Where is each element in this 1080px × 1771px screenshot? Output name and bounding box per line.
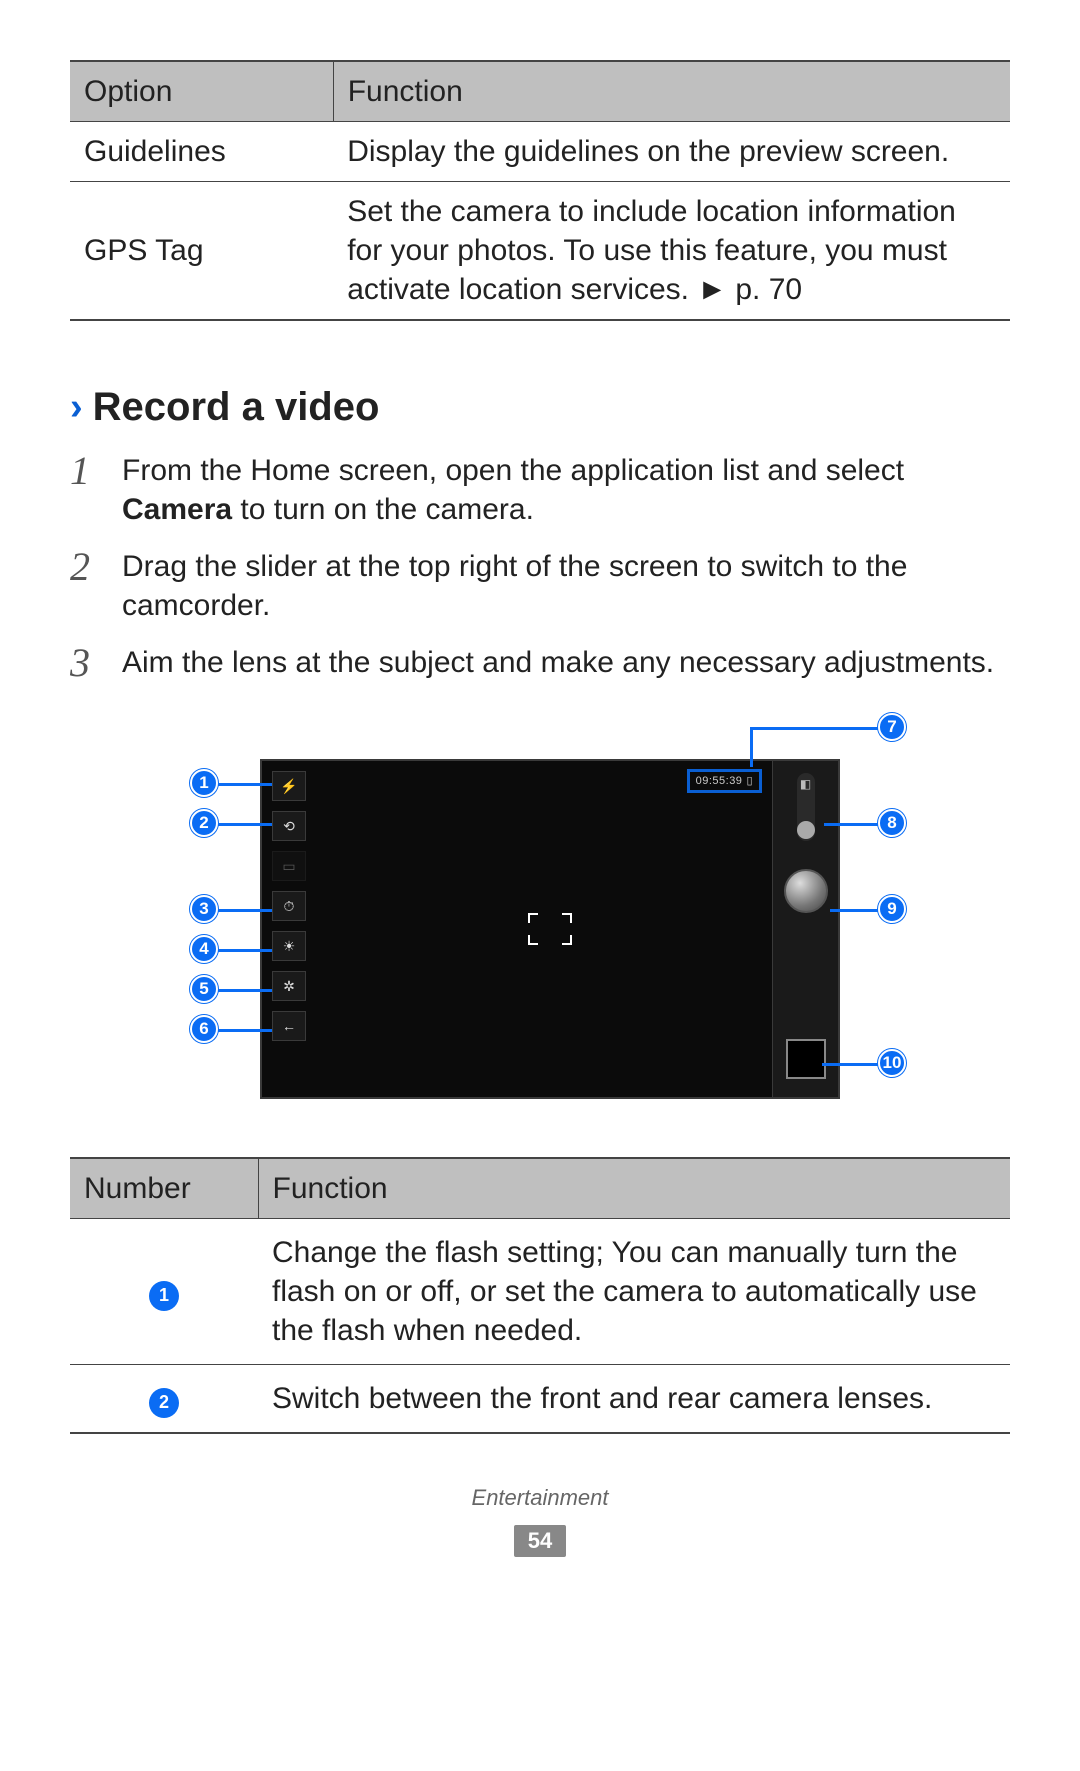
camcorder-screen: ⚡ ⟲ ▭ ⏱ ☀ ✲ ← 09:55:39 ▯ ◧ ■ bbox=[260, 759, 840, 1099]
shutter-button bbox=[784, 869, 828, 913]
timer-icon: ⏱ bbox=[272, 891, 306, 921]
table-row: 1 Change the flash setting; You can manu… bbox=[70, 1219, 1010, 1365]
page-number: 54 bbox=[514, 1525, 566, 1558]
callout-badge: 1 bbox=[190, 769, 218, 797]
num-cell: 1 bbox=[70, 1219, 258, 1365]
option-name: Guidelines bbox=[70, 122, 333, 182]
callout-badge: 4 bbox=[190, 935, 218, 963]
mode-icon: ▭ bbox=[272, 851, 306, 881]
callout-badge: 2 bbox=[149, 1388, 179, 1418]
step-number: 1 bbox=[70, 451, 104, 529]
focus-brackets-icon bbox=[528, 913, 572, 945]
options-header-option: Option bbox=[70, 61, 333, 122]
page-footer: Entertainment 54 bbox=[70, 1484, 1010, 1558]
table-row: GPS Tag Set the camera to include locati… bbox=[70, 182, 1010, 321]
switch-camera-icon: ⟲ bbox=[272, 811, 306, 841]
steps-list: 1 From the Home screen, open the applica… bbox=[70, 451, 1010, 683]
callout-badge: 10 bbox=[878, 1049, 906, 1077]
flash-icon: ⚡ bbox=[272, 771, 306, 801]
table-row: Guidelines Display the guidelines on the… bbox=[70, 122, 1010, 182]
num-function: Change the flash setting; You can manual… bbox=[258, 1219, 1010, 1365]
storage-icon: ▯ bbox=[746, 774, 753, 788]
num-header-number: Number bbox=[70, 1158, 258, 1219]
callout-badge: 9 bbox=[878, 895, 906, 923]
section-heading: › Record a video bbox=[70, 381, 1010, 433]
callout-badge: 8 bbox=[878, 809, 906, 837]
left-toolbar: ⚡ ⟲ ▭ ⏱ ☀ ✲ ← bbox=[262, 761, 314, 1097]
step-number: 2 bbox=[70, 547, 104, 625]
number-function-table: Number Function 1 Change the flash setti… bbox=[70, 1157, 1010, 1434]
right-toolbar: ◧ ■ bbox=[772, 761, 838, 1097]
callout-badge: 2 bbox=[190, 809, 218, 837]
option-function: Set the camera to include location infor… bbox=[333, 182, 1010, 321]
recording-time-box: 09:55:39 ▯ bbox=[687, 769, 762, 793]
callout-badge: 6 bbox=[190, 1015, 218, 1043]
step-body: From the Home screen, open the applicati… bbox=[122, 451, 1010, 529]
num-function: Switch between the front and rear camera… bbox=[258, 1365, 1010, 1434]
callout-badge: 3 bbox=[190, 895, 218, 923]
num-header-function: Function bbox=[258, 1158, 1010, 1219]
num-cell: 2 bbox=[70, 1365, 258, 1434]
callout-badge: 7 bbox=[878, 713, 906, 741]
recording-time: 09:55:39 bbox=[696, 774, 743, 788]
table-row: 2 Switch between the front and rear came… bbox=[70, 1365, 1010, 1434]
step-number: 3 bbox=[70, 643, 104, 683]
slider-knob bbox=[797, 821, 815, 839]
camera-diagram: ⚡ ⟲ ▭ ⏱ ☀ ✲ ← 09:55:39 ▯ ◧ ■ bbox=[70, 713, 1010, 1133]
callout-badge: 5 bbox=[190, 975, 218, 1003]
list-item: 3 Aim the lens at the subject and make a… bbox=[70, 643, 1010, 683]
step-body: Drag the slider at the top right of the … bbox=[122, 547, 1010, 625]
footer-section-label: Entertainment bbox=[70, 1484, 1010, 1513]
chevron-right-icon: › bbox=[70, 388, 83, 426]
option-function: Display the guidelines on the preview sc… bbox=[333, 122, 1010, 182]
option-name: GPS Tag bbox=[70, 182, 333, 321]
step-body: Aim the lens at the subject and make any… bbox=[122, 643, 1010, 683]
settings-icon: ✲ bbox=[272, 971, 306, 1001]
options-table: Option Function Guidelines Display the g… bbox=[70, 60, 1010, 321]
section-title: Record a video bbox=[93, 381, 380, 433]
options-header-function: Function bbox=[333, 61, 1010, 122]
list-item: 1 From the Home screen, open the applica… bbox=[70, 451, 1010, 529]
back-icon: ← bbox=[272, 1011, 306, 1041]
callout-badge: 1 bbox=[149, 1281, 179, 1311]
gallery-thumbnail bbox=[786, 1039, 826, 1079]
mode-slider: ◧ ■ bbox=[797, 773, 815, 841]
exposure-icon: ☀ bbox=[272, 931, 306, 961]
camera-mode-icon: ◧ bbox=[800, 777, 811, 793]
list-item: 2 Drag the slider at the top right of th… bbox=[70, 547, 1010, 625]
